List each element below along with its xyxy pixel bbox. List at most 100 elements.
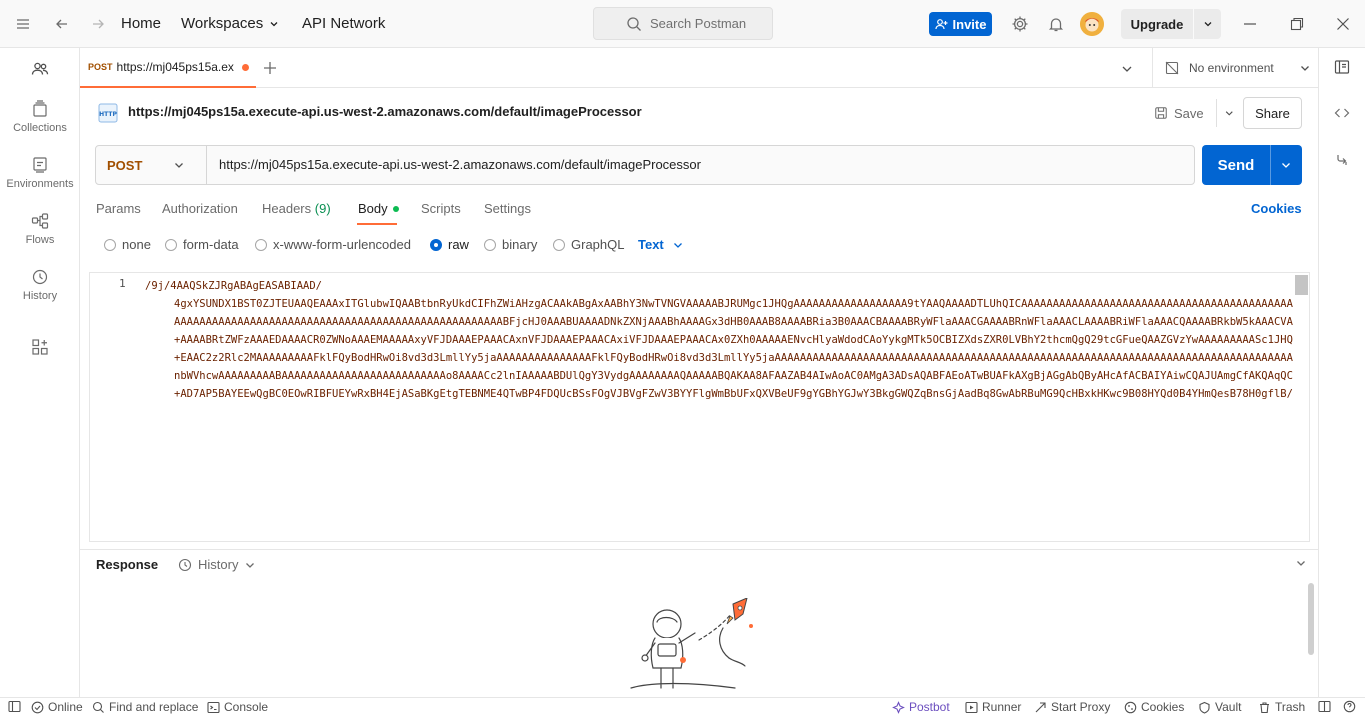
- sidebar-item-label: History: [22, 290, 58, 302]
- trash-icon: [1260, 701, 1269, 713]
- sidebar-item-history[interactable]: History: [0, 268, 80, 302]
- share-label: Share: [1255, 105, 1290, 121]
- layout-split-icon[interactable]: [1318, 700, 1331, 713]
- left-sidebar: Collections Environments Flows History: [0, 48, 80, 697]
- vault-button[interactable]: Vault: [1198, 700, 1241, 714]
- menu-icon[interactable]: [11, 12, 35, 36]
- tab-body[interactable]: Body: [358, 201, 399, 216]
- back-arrow-icon[interactable]: [50, 12, 74, 36]
- tab-authorization[interactable]: Authorization: [162, 201, 238, 216]
- cookies-link[interactable]: Cookies: [1251, 201, 1302, 216]
- cookies-button[interactable]: Cookies: [1124, 700, 1184, 714]
- method-selector[interactable]: POST: [96, 146, 207, 184]
- body-editor[interactable]: 1 /9j/4AAQSkZJRgABAgEASABIAAD/ 4gxYSUNDX…: [89, 272, 1310, 542]
- radio-label: GraphQL: [571, 237, 625, 252]
- tab-params[interactable]: Params: [96, 201, 141, 216]
- sidebar-item-collections[interactable]: Collections: [0, 100, 80, 134]
- sidebar-item-label: Flows: [25, 234, 55, 246]
- toggle-sidebar-icon[interactable]: [8, 700, 21, 713]
- tab-headers[interactable]: Headers (9): [262, 201, 331, 216]
- console-label: Console: [224, 700, 269, 714]
- related-collections-icon[interactable]: [1335, 153, 1349, 167]
- minimize-window-icon[interactable]: [1238, 12, 1262, 36]
- tabs-overflow-chevron-down-icon[interactable]: [1120, 62, 1134, 76]
- url-input[interactable]: https://mj045ps15a.execute-api.us-west-2…: [219, 157, 701, 172]
- radio-label: form-data: [183, 237, 239, 252]
- history-icon: [32, 269, 48, 285]
- online-check-icon: [31, 701, 44, 713]
- radio-graphql[interactable]: GraphQL: [553, 237, 624, 252]
- start-proxy-button[interactable]: Start Proxy: [1034, 700, 1110, 714]
- tab-scripts[interactable]: Scripts: [421, 201, 461, 216]
- raw-format-selector[interactable]: Text: [638, 237, 684, 252]
- status-bar: Online Find and replace Console Postbot …: [0, 697, 1365, 715]
- close-window-icon[interactable]: [1331, 12, 1355, 36]
- postbot-button[interactable]: Postbot: [892, 700, 950, 714]
- code-line: nbWVhcwAAAAAAAAABAAAAAAAAAAAAAAAAAAAAAAA…: [174, 370, 1293, 382]
- home-link[interactable]: Home: [121, 14, 161, 34]
- api-network-link[interactable]: API Network: [302, 14, 385, 34]
- trash-button[interactable]: Trash: [1258, 700, 1305, 714]
- send-chevron-down-icon[interactable]: [1280, 159, 1292, 171]
- method-label: POST: [107, 157, 143, 173]
- add-workbench-icon[interactable]: [0, 339, 80, 355]
- add-user-icon: [934, 18, 948, 29]
- code-line: +AAAABRtZWFzAAAEDAAAACR0ZWNoAAAEMAAAAAxy…: [174, 334, 1293, 346]
- save-chevron-down-icon[interactable]: [1224, 107, 1235, 119]
- radio-none[interactable]: none: [104, 237, 151, 252]
- invite-button[interactable]: Invite: [929, 12, 992, 36]
- sidebar-item-flows[interactable]: Flows: [0, 212, 80, 246]
- chevron-down-icon: [246, 562, 255, 568]
- avatar[interactable]: [1080, 12, 1104, 36]
- tab-body-label: Body: [358, 201, 388, 216]
- new-tab-plus-icon[interactable]: [262, 60, 278, 76]
- console-icon: [207, 701, 220, 713]
- share-button[interactable]: Share: [1243, 97, 1302, 129]
- upgrade-button[interactable]: Upgrade: [1121, 9, 1221, 39]
- environments-icon: [33, 157, 47, 173]
- tab-settings[interactable]: Settings: [484, 201, 531, 216]
- notifications-bell-icon[interactable]: [1044, 12, 1068, 36]
- settings-gear-icon[interactable]: [1008, 12, 1032, 36]
- help-icon[interactable]: [1343, 700, 1356, 713]
- chevron-down-icon: [673, 242, 682, 248]
- postbot-label: Postbot: [909, 700, 950, 714]
- radio-form-data[interactable]: form-data: [165, 237, 239, 252]
- radio-urlencoded[interactable]: x-www-form-urlencoded: [255, 237, 411, 252]
- online-status[interactable]: Online: [31, 700, 83, 714]
- upgrade-chevron-down-icon[interactable]: [1194, 19, 1221, 29]
- environment-selector[interactable]: No environment: [1152, 48, 1318, 88]
- search-input[interactable]: Search Postman: [593, 7, 773, 40]
- line-number: 1: [119, 277, 126, 290]
- documentation-icon[interactable]: [1334, 59, 1350, 75]
- proxy-icon: [1035, 701, 1046, 712]
- runner-button[interactable]: Runner: [965, 700, 1021, 714]
- forward-arrow-icon[interactable]: [86, 12, 110, 36]
- response-scrollbar[interactable]: [1308, 583, 1314, 655]
- radio-raw[interactable]: raw: [430, 237, 469, 252]
- body-status-dot: [392, 205, 399, 212]
- radio-circle: [255, 238, 267, 251]
- send-button[interactable]: Send: [1202, 145, 1302, 185]
- radio-binary[interactable]: binary: [484, 237, 537, 252]
- code-snippet-icon[interactable]: [1334, 105, 1350, 121]
- workspaces-menu[interactable]: Workspaces: [181, 14, 279, 34]
- collapse-response-chevron-down-icon[interactable]: [1295, 557, 1307, 569]
- editor-scrollbar[interactable]: [1295, 275, 1308, 295]
- editor-content[interactable]: /9j/4AAQSkZJRgABAgEASABIAAD/ 4gxYSUNDX1B…: [145, 277, 1293, 403]
- request-name[interactable]: https://mj045ps15a.execute-api.us-west-2…: [128, 104, 642, 119]
- radio-label: none: [122, 237, 151, 252]
- find-replace-button[interactable]: Find and replace: [92, 700, 198, 714]
- sidebar-item-label: Environments: [6, 178, 74, 190]
- restore-window-icon[interactable]: [1285, 12, 1309, 36]
- console-button[interactable]: Console: [207, 700, 268, 714]
- response-history-selector[interactable]: History: [178, 557, 256, 572]
- headers-count-badge: (9): [314, 201, 331, 216]
- save-icon: [1155, 107, 1167, 119]
- save-button[interactable]: Save: [1148, 97, 1234, 129]
- chevron-down-icon: [1301, 66, 1309, 71]
- code-line: +EAAC2z2Rlc2MAAAAAAAAAFklFQyBodHRwOi8vd3…: [174, 352, 1293, 364]
- team-icon[interactable]: [0, 60, 80, 78]
- sidebar-item-environments[interactable]: Environments: [0, 156, 80, 190]
- request-tab[interactable]: POST https://mj045ps15a.ex: [80, 48, 256, 88]
